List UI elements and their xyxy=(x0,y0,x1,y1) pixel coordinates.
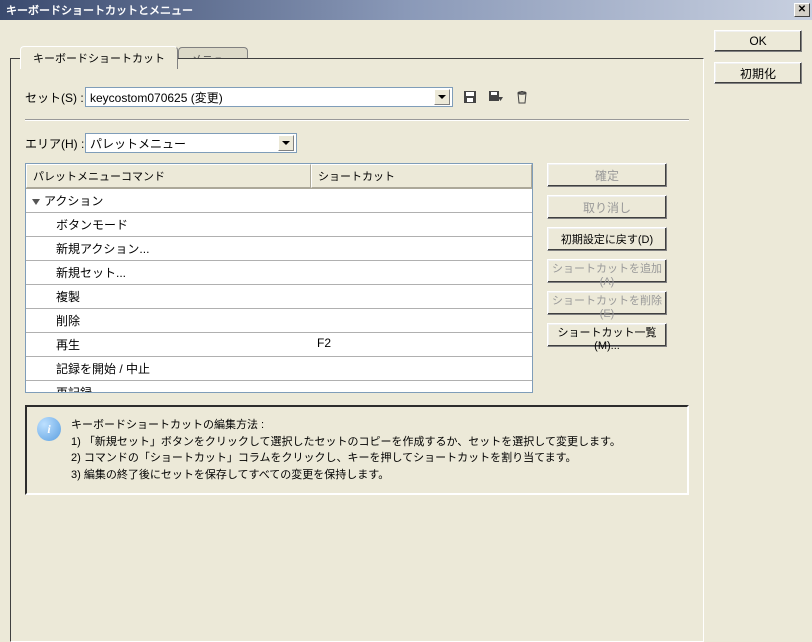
main-panel: セット(S) : keycostom070625 (変更) エリア(H) : パ… xyxy=(10,58,704,642)
area-combo[interactable]: パレットメニュー xyxy=(85,133,297,153)
info-heading: キーボードショートカットの編集方法 : xyxy=(71,417,621,434)
info-line: 1) 「新規セット」ボタンをクリックして選択したセットのコピーを作成するか、セッ… xyxy=(71,434,621,451)
delete-shortcut-button[interactable]: ショートカットを削除(E) xyxy=(547,291,667,315)
table-row[interactable]: 再生F2 xyxy=(26,333,532,357)
title-bar: キーボードショートカットとメニュー ✕ xyxy=(0,0,812,20)
chevron-down-icon xyxy=(278,135,294,151)
table-row[interactable]: ボタンモード xyxy=(26,213,532,237)
set-row: セット(S) : keycostom070625 (変更) xyxy=(25,87,689,107)
area-value: パレットメニュー xyxy=(90,135,186,152)
title-text: キーボードショートカットとメニュー xyxy=(6,2,794,18)
table-body[interactable]: アクション ボタンモード 新規アクション... 新規セット... 複製 削除 再… xyxy=(26,189,532,392)
table-header: パレットメニューコマンド ショートカット xyxy=(26,164,532,189)
table-row[interactable]: 削除 xyxy=(26,309,532,333)
info-box: i キーボードショートカットの編集方法 : 1) 「新規セット」ボタンをクリック… xyxy=(25,405,689,495)
shortcut-table: パレットメニューコマンド ショートカット アクション ボタンモード 新規アクショ… xyxy=(25,163,533,393)
close-button[interactable]: ✕ xyxy=(794,3,810,17)
table-row[interactable]: 新規アクション... xyxy=(26,237,532,261)
chevron-down-icon xyxy=(434,89,450,105)
save-as-icon[interactable] xyxy=(487,88,505,106)
reset-button[interactable]: 初期化 xyxy=(714,62,802,84)
area-row: エリア(H) : パレットメニュー xyxy=(25,133,689,153)
set-combo[interactable]: keycostom070625 (変更) xyxy=(85,87,453,107)
table-row[interactable]: 新規セット... xyxy=(26,261,532,285)
info-line: 3) 編集の終了後にセットを保存してすべての変更を保持します。 xyxy=(71,467,621,484)
expand-icon xyxy=(32,199,40,205)
add-shortcut-button[interactable]: ショートカットを追加(A) xyxy=(547,259,667,283)
info-line: 2) コマンドの「ショートカット」コラムをクリックし、キーを押してショートカット… xyxy=(71,450,621,467)
set-label: セット(S) : xyxy=(25,89,85,106)
group-name: アクション xyxy=(44,194,103,208)
table-row[interactable]: 記録を開始 / 中止 xyxy=(26,357,532,381)
info-text: キーボードショートカットの編集方法 : 1) 「新規セット」ボタンをクリックして… xyxy=(71,417,621,483)
col-command[interactable]: パレットメニューコマンド xyxy=(26,164,311,188)
cancel-button[interactable]: 取り消し xyxy=(547,195,667,219)
table-row[interactable]: 複製 xyxy=(26,285,532,309)
table-group-row[interactable]: アクション xyxy=(26,189,532,213)
divider xyxy=(25,119,689,121)
trash-icon[interactable] xyxy=(513,88,531,106)
ok-button[interactable]: OK xyxy=(714,30,802,52)
confirm-button[interactable]: 確定 xyxy=(547,163,667,187)
shortcut-list-button[interactable]: ショートカット一覧(M)... xyxy=(547,323,667,347)
tab-shortcuts[interactable]: キーボードショートカット xyxy=(20,46,178,69)
area-label: エリア(H) : xyxy=(25,135,85,152)
dialog-body: OK 初期化 キーボードショートカット メニュー セット(S) : keycos… xyxy=(0,20,812,637)
col-shortcut[interactable]: ショートカット xyxy=(311,164,532,188)
table-side-buttons: 確定 取り消し 初期設定に戻す(D) ショートカットを追加(A) ショートカット… xyxy=(547,163,679,355)
right-button-panel: OK 初期化 xyxy=(714,30,802,94)
restore-defaults-button[interactable]: 初期設定に戻す(D) xyxy=(547,227,667,251)
save-icon[interactable] xyxy=(461,88,479,106)
set-value: keycostom070625 (変更) xyxy=(90,89,223,106)
table-row[interactable]: 再記録... xyxy=(26,381,532,392)
info-icon: i xyxy=(37,417,61,441)
